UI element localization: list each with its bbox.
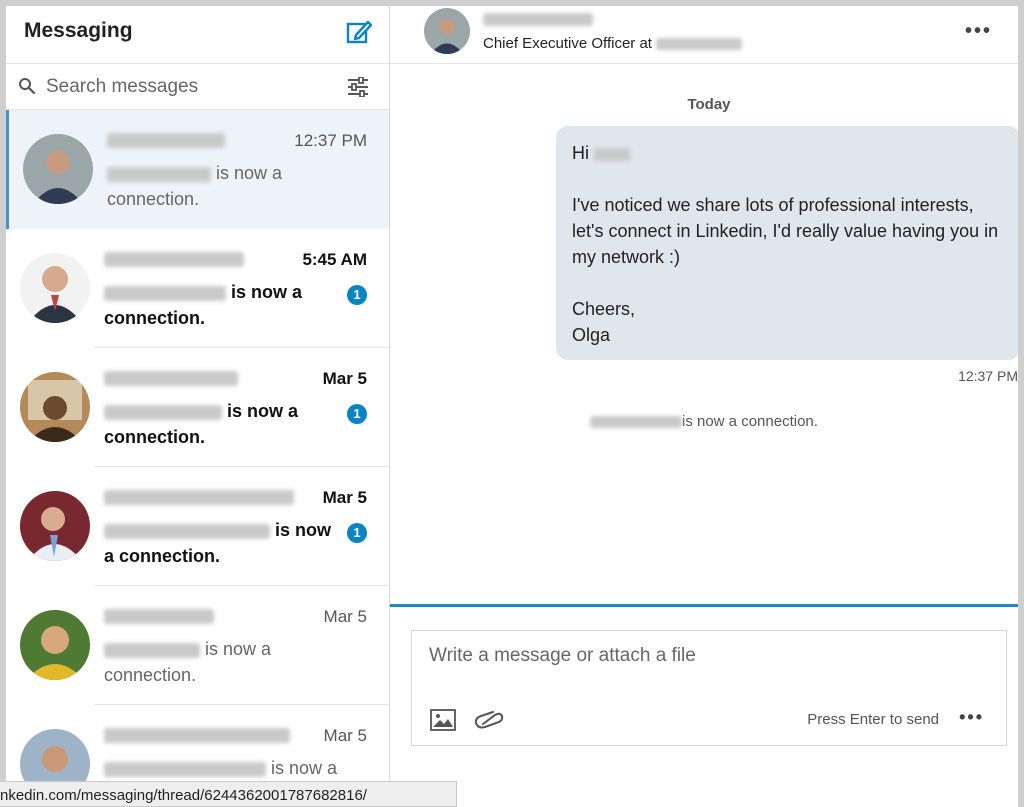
message-timestamp: 12:37 PM xyxy=(958,368,1018,384)
send-hint: Press Enter to send xyxy=(807,711,939,728)
contact-headline: Chief Executive Officer at xyxy=(483,35,743,52)
message-list: Today Hi I've noticed we share lots of p… xyxy=(390,64,1018,604)
sidebar-header: Messaging xyxy=(6,6,389,64)
conversation-time: Mar 5 xyxy=(323,726,367,745)
composer-focus-line xyxy=(390,604,1018,607)
avatar[interactable] xyxy=(424,8,470,54)
contact-name-redacted xyxy=(104,370,238,388)
status-bar-url: nkedin.com/messaging/thread/624436200178… xyxy=(0,781,457,807)
connection-note: is now a connection. xyxy=(590,413,818,430)
message-composer: Press Enter to send ••• xyxy=(411,630,1007,746)
sidebar-title: Messaging xyxy=(24,19,133,42)
avatar xyxy=(20,253,90,323)
conversation-item[interactable]: 12:37 PM is now a connection. xyxy=(6,110,389,229)
conversation-preview: is now a connection. xyxy=(104,401,299,447)
messaging-window: Messaging Search messages 12:37 PM is no… xyxy=(6,6,1018,807)
attach-file-icon[interactable] xyxy=(474,711,504,729)
thread-header: Chief Executive Officer at ••• xyxy=(390,6,1018,64)
unread-badge: 1 xyxy=(347,404,367,424)
conversation-time: Mar 5 xyxy=(322,488,367,507)
message-bubble: Hi I've noticed we share lots of profess… xyxy=(556,126,1018,360)
avatar xyxy=(23,134,93,204)
conversation-preview: is now a connection. xyxy=(104,282,303,328)
conversation-time: Mar 5 xyxy=(323,607,367,626)
conversation-item[interactable]: Mar 5 is now a connection. 1 xyxy=(6,467,389,586)
more-options-icon[interactable]: ••• xyxy=(965,20,992,43)
contact-name-redacted xyxy=(104,727,290,745)
search-input[interactable] xyxy=(44,72,328,102)
conversation-preview: is now a xyxy=(104,755,339,781)
contact-name-redacted[interactable] xyxy=(483,11,593,29)
contact-name-redacted xyxy=(104,251,244,269)
conversation-item[interactable]: Mar 5 is now a connection. 1 xyxy=(6,348,389,467)
conversation-time: Mar 5 xyxy=(322,369,367,388)
filter-icon[interactable] xyxy=(347,77,369,97)
avatar xyxy=(20,610,90,680)
conversation-item[interactable]: 5:45 AM is now a connection. 1 xyxy=(6,229,389,348)
contact-name-redacted xyxy=(104,608,214,626)
conversation-preview: is now a connection. xyxy=(104,639,272,685)
thread-pane: Chief Executive Officer at ••• Today Hi … xyxy=(390,6,1018,807)
unread-badge: 1 xyxy=(347,523,367,543)
contact-name-redacted xyxy=(107,132,225,150)
message-body: I've noticed we share lots of profession… xyxy=(572,195,999,267)
avatar xyxy=(20,491,90,561)
conversation-item[interactable]: Mar 5 is now a connection. xyxy=(6,586,389,705)
compose-icon[interactable] xyxy=(345,18,373,46)
message-input[interactable] xyxy=(427,643,991,687)
message-greeting: Hi xyxy=(572,143,589,163)
contact-name-redacted xyxy=(104,489,294,507)
attach-image-icon[interactable] xyxy=(430,709,456,731)
day-divider: Today xyxy=(687,96,731,113)
conversation-time: 5:45 AM xyxy=(302,250,367,269)
composer-more-icon[interactable]: ••• xyxy=(959,707,984,728)
conversation-preview: is now a connection. xyxy=(107,163,283,209)
conversation-preview: is now a connection. xyxy=(104,520,332,566)
avatar xyxy=(20,372,90,442)
unread-badge: 1 xyxy=(347,285,367,305)
message-signoff: Cheers, xyxy=(572,299,636,319)
conversation-time: 12:37 PM xyxy=(294,131,367,150)
search-icon xyxy=(19,78,36,95)
search-bar xyxy=(6,64,389,110)
conversation-sidebar: Messaging Search messages 12:37 PM is no… xyxy=(6,6,390,807)
message-signature: Olga xyxy=(572,325,611,345)
